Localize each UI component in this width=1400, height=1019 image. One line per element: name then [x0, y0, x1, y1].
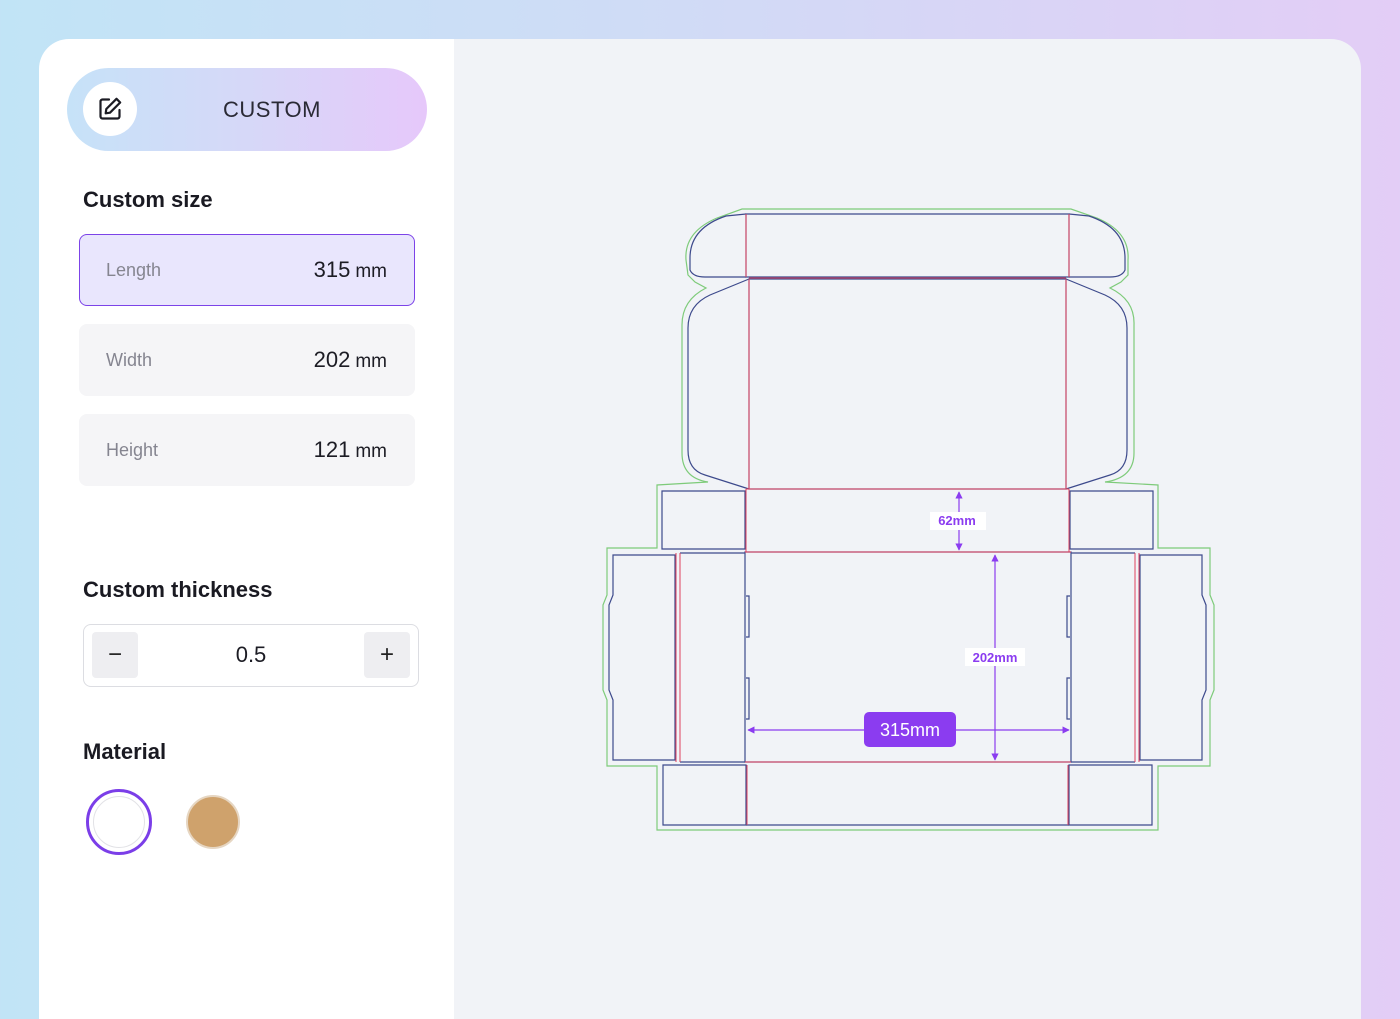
length-dimension-label: 315mm — [880, 720, 940, 740]
height-dimension-label: 62mm — [938, 513, 976, 528]
box-dieline: 62mm 202mm 315mm — [602, 208, 1215, 831]
width-dimension-label: 202mm — [973, 650, 1018, 665]
